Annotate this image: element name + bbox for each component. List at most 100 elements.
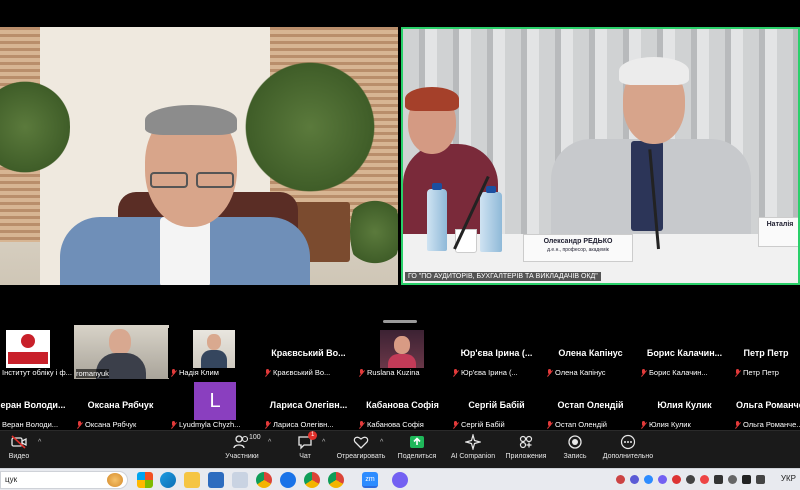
- video-options-chevron-icon[interactable]: ^: [38, 439, 41, 446]
- participant-big-name: Оксана Рябчук: [87, 400, 154, 410]
- speaker-hair: [145, 105, 237, 135]
- participant-tile[interactable]: L Lyudmyla Chyzh...: [168, 380, 261, 430]
- participant-name: Петр Петр: [734, 368, 779, 377]
- meeting-toolbar: Видео ^ Участники 100 ^ 1 Чат ^ Отреагир…: [0, 430, 800, 468]
- speaker-shirt: [160, 217, 210, 285]
- participant-tile[interactable]: Надія Клим: [168, 328, 261, 378]
- participants-options-chevron-icon[interactable]: ^: [268, 439, 271, 446]
- browser-icon[interactable]: [280, 472, 296, 488]
- participant-video-thumb: [380, 330, 424, 368]
- plant-right: [240, 47, 380, 207]
- participant-tile[interactable]: Петр Петр Петр Петр: [732, 328, 800, 378]
- video-button[interactable]: Видео: [6, 434, 32, 460]
- glasses-right: [196, 172, 234, 188]
- windows-start-icon[interactable]: [137, 472, 153, 488]
- mic-muted-icon: [358, 368, 365, 377]
- participant-name: Борис Калачин...: [640, 368, 708, 377]
- tray-app-icon[interactable]: [672, 475, 681, 484]
- taskbar-search-input[interactable]: цук: [0, 471, 128, 489]
- participant-name: Краєвський Во...: [264, 368, 330, 377]
- participant-video-thumb: [193, 330, 235, 368]
- chrome-icon[interactable]: [256, 472, 272, 488]
- apps-icon: [519, 435, 533, 449]
- tray-app-icon[interactable]: [700, 475, 709, 484]
- bottle-cap-2: [486, 186, 496, 193]
- resize-handle[interactable]: [383, 320, 417, 323]
- tray-app-icon[interactable]: [728, 475, 737, 484]
- react-button[interactable]: Отреагировать: [334, 434, 388, 460]
- video-tile-conference[interactable]: Олександр РЕДЬКО д.е.н., професор, акаде…: [401, 27, 800, 285]
- tray-app-icon[interactable]: [616, 475, 625, 484]
- participant-tile[interactable]: Юлия Кулик Юлия Кулик: [638, 380, 731, 430]
- network-icon[interactable]: [756, 475, 765, 484]
- participant-tile[interactable]: Кабанова Софія Кабанова Софія: [356, 380, 449, 430]
- tray-app-icon[interactable]: [686, 475, 695, 484]
- tray-app-icon[interactable]: [714, 475, 723, 484]
- tray-zoom-icon[interactable]: [644, 475, 653, 484]
- viber-icon[interactable]: [392, 472, 408, 488]
- chat-label: Чат: [299, 453, 311, 460]
- mic-muted-icon: [546, 420, 553, 429]
- chat-options-chevron-icon[interactable]: ^: [322, 439, 325, 446]
- speaker-man-hair: [619, 57, 689, 85]
- share-screen-icon: [410, 436, 424, 448]
- ai-companion-label: AI Companion: [450, 453, 496, 460]
- video-caption: ГО "ПО АУДИТОРІВ, БУХГАЛТЕРІВ ТА ВИКЛАДА…: [405, 272, 601, 281]
- participant-name: Остап Олендій: [546, 420, 607, 429]
- zoom-app-icon[interactable]: zm: [362, 472, 378, 488]
- ai-companion-button[interactable]: AI Companion: [448, 434, 498, 460]
- participant-big-name: Юр'єва Ірина (...: [460, 348, 533, 358]
- file-explorer-icon[interactable]: [184, 472, 200, 488]
- save-disk-icon[interactable]: [208, 472, 224, 488]
- participant-tile[interactable]: Борис Калачин... Борис Калачин...: [638, 328, 731, 378]
- apps-label: Приложения: [505, 453, 547, 460]
- record-icon: [568, 435, 582, 449]
- tray-app-icon[interactable]: [630, 475, 639, 484]
- more-button[interactable]: Дополнительно: [600, 434, 656, 460]
- participant-tile[interactable]: Краєвський Во... Краєвський Во...: [262, 328, 355, 378]
- more-label: Дополнительно: [602, 453, 654, 460]
- main-video-area: Олександр РЕДЬКО д.е.н., професор, акаде…: [0, 0, 800, 300]
- share-screen-button[interactable]: Поделиться: [394, 434, 440, 460]
- edge-browser-icon[interactable]: [160, 472, 176, 488]
- participant-tile[interactable]: Ольга Романче... Ольга Романче...: [732, 380, 800, 430]
- participant-tile[interactable]: Юр'єва Ірина (... Юр'єва Ірина (...: [450, 328, 543, 378]
- participant-tile[interactable]: Лариса Олегівн... Лариса Олегівн...: [262, 380, 355, 430]
- mic-muted-icon: [640, 368, 647, 377]
- video-tile-speaker-left[interactable]: [0, 27, 398, 285]
- participant-name: Ольга Романче...: [734, 420, 800, 429]
- mic-muted-icon: [734, 420, 741, 429]
- search-text: цук: [5, 475, 18, 484]
- participant-name: Інститут обліку і ф...: [2, 368, 72, 377]
- mic-muted-icon: [358, 420, 365, 429]
- participant-name: Оксана Рябчук: [76, 420, 136, 429]
- share-label: Поделиться: [397, 453, 437, 460]
- chrome-window-icon[interactable]: [328, 472, 344, 488]
- participant-name: Юлия Кулик: [640, 420, 691, 429]
- chat-button[interactable]: 1 Чат: [290, 431, 320, 460]
- input-language-indicator[interactable]: УКР: [781, 474, 796, 483]
- mic-muted-icon: [264, 420, 271, 429]
- volume-icon[interactable]: [742, 475, 751, 484]
- nameplate-side: Наталія: [758, 217, 798, 247]
- participant-tile[interactable]: Оксана Рябчук Оксана Рябчук: [74, 380, 167, 430]
- tray-viber-icon[interactable]: [658, 475, 667, 484]
- participant-name: Ruslana Kuzina: [358, 368, 420, 377]
- chrome-profile-icon[interactable]: [304, 472, 320, 488]
- participant-tile[interactable]: Остап Олендій Остап Олендій: [544, 380, 637, 430]
- participant-tile[interactable]: Ruslana Kuzina: [356, 328, 449, 378]
- apps-button[interactable]: Приложения: [503, 434, 549, 460]
- mic-muted-icon: [452, 420, 459, 429]
- react-options-chevron-icon[interactable]: ^: [380, 439, 383, 446]
- participant-name: Юр'єва Ірина (...: [452, 368, 518, 377]
- record-button[interactable]: Запись: [560, 434, 590, 460]
- participant-name: Сергій Бабій: [452, 420, 505, 429]
- app-window-icon[interactable]: [232, 472, 248, 488]
- plant-small: [350, 187, 398, 277]
- mic-muted-icon: [640, 420, 647, 429]
- participant-tile[interactable]: Сергій Бабій Сергій Бабій: [450, 380, 543, 430]
- mic-muted-icon: [452, 368, 459, 377]
- participant-tile[interactable]: Олена Капінус Олена Капінус: [544, 328, 637, 378]
- participant-big-name: Сергій Бабій: [468, 400, 525, 410]
- participant-tile[interactable]: romanyuk: [74, 325, 169, 379]
